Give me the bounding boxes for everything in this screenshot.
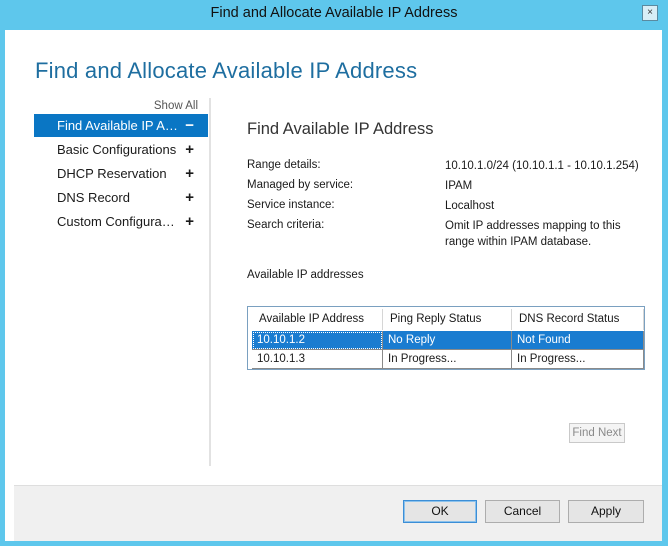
dns-status-cell: In Progress... [512, 350, 644, 369]
column-header-ping[interactable]: Ping Reply Status [383, 309, 512, 330]
cancel-button[interactable]: Cancel [485, 500, 560, 523]
ping-status-cell: No Reply [383, 331, 512, 350]
service-instance-value: Localhost [445, 200, 495, 212]
window-title: Find and Allocate Available IP Address [210, 5, 458, 21]
ip-cell: 10.10.1.2 [252, 331, 383, 350]
close-button[interactable]: × [642, 5, 658, 21]
nav-item-custom-configurations[interactable]: Custom Configura… + [34, 210, 208, 233]
managed-by-label: Managed by service: [247, 179, 354, 191]
available-ip-caption: Available IP addresses [247, 269, 364, 281]
dns-status-cell: Not Found [512, 331, 644, 350]
nav-item-find-available-ip[interactable]: Find Available IP A… − [34, 114, 208, 137]
table-row[interactable]: 10.10.1.2 No Reply Not Found [252, 331, 644, 350]
nav-item-label: DHCP Reservation [57, 166, 167, 181]
dialog-body: Find and Allocate Available IP Address S… [5, 30, 662, 541]
range-details-value: 10.10.1.0/24 (10.10.1.1 - 10.10.1.254) [445, 160, 639, 172]
expand-icon[interactable]: + [185, 162, 194, 185]
ip-cell: 10.10.1.3 [252, 350, 383, 369]
apply-button[interactable]: Apply [568, 500, 644, 523]
expand-icon[interactable]: + [185, 186, 194, 209]
nav-item-dhcp-reservation[interactable]: DHCP Reservation + [34, 162, 208, 185]
title-bar[interactable]: Find and Allocate Available IP Address × [0, 0, 668, 30]
nav-item-label: Find Available IP A… [57, 118, 178, 133]
range-details-label: Range details: [247, 159, 321, 171]
grid-header-row: Available IP Address Ping Reply Status D… [252, 309, 644, 330]
expand-icon[interactable]: + [185, 210, 194, 233]
nav-divider [209, 98, 211, 466]
find-next-button[interactable]: Find Next [569, 423, 625, 443]
dialog-heading: Find and Allocate Available IP Address [35, 58, 418, 83]
column-header-dns[interactable]: DNS Record Status [512, 309, 644, 330]
dialog-window: Find and Allocate Available IP Address ×… [0, 0, 668, 546]
nav-item-label: Custom Configura… [57, 214, 175, 229]
nav-item-label: Basic Configurations [57, 142, 177, 157]
close-icon: × [647, 7, 653, 18]
search-criteria-label: Search criteria: [247, 219, 325, 231]
show-all-link[interactable]: Show All [154, 100, 198, 112]
nav-item-label: DNS Record [57, 190, 130, 205]
managed-by-value: IPAM [445, 180, 473, 192]
nav-item-dns-record[interactable]: DNS Record + [34, 186, 208, 209]
button-bar: OK Cancel Apply [14, 485, 662, 541]
ok-button[interactable]: OK [403, 500, 477, 523]
collapse-icon[interactable]: − [185, 114, 194, 137]
available-ip-grid[interactable]: Available IP Address Ping Reply Status D… [247, 306, 645, 370]
nav-item-basic-configurations[interactable]: Basic Configurations + [34, 138, 208, 161]
section-title: Find Available IP Address [247, 120, 434, 138]
expand-icon[interactable]: + [185, 138, 194, 161]
ping-status-cell: In Progress... [383, 350, 512, 369]
table-row[interactable]: 10.10.1.3 In Progress... In Progress... [252, 350, 644, 369]
service-instance-label: Service instance: [247, 199, 335, 211]
column-header-ip[interactable]: Available IP Address [252, 309, 383, 330]
search-criteria-value: Omit IP addresses mapping to this range … [445, 220, 621, 248]
